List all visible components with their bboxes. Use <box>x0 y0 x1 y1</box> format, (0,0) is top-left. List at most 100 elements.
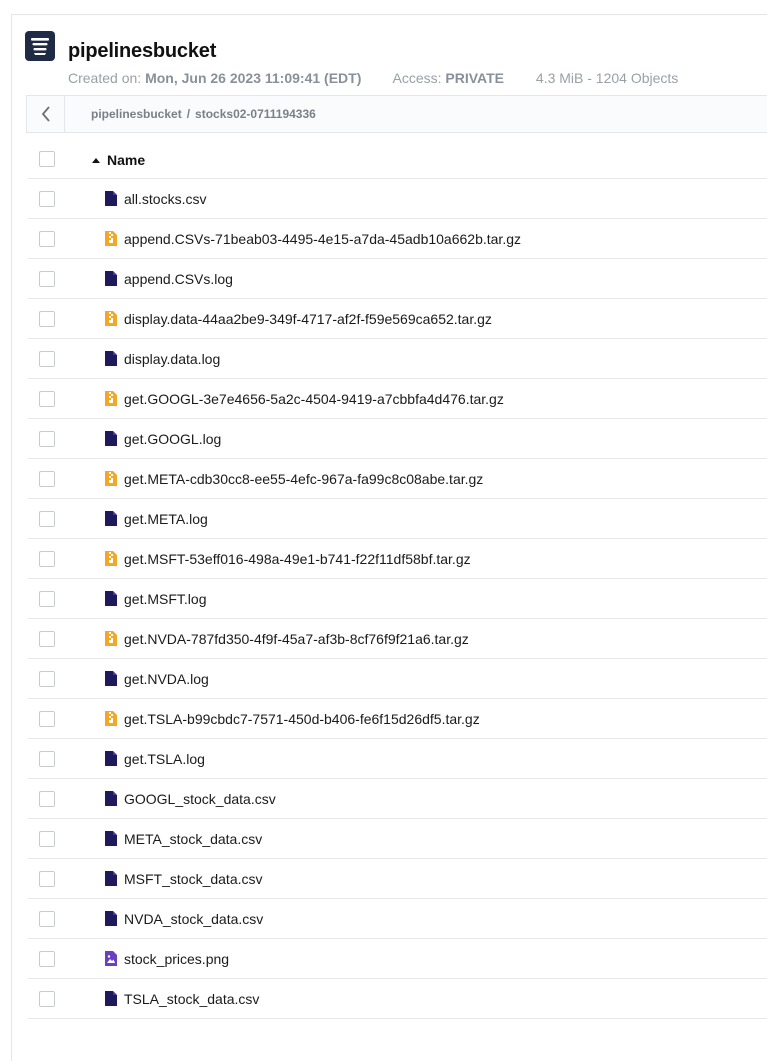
row-checkbox[interactable] <box>39 391 55 407</box>
table-row[interactable]: get.GOOGL-3e7e4656-5a2c-4504-9419-a7cbbf… <box>28 379 767 419</box>
table-row[interactable]: META_stock_data.csv <box>28 819 767 859</box>
object-name-link[interactable]: get.TSLA-b99cbdc7-7571-450d-b406-fe6f15d… <box>124 711 480 727</box>
file-icon <box>105 831 117 846</box>
object-name-link[interactable]: get.META-cdb30cc8-ee55-4efc-967a-fa99c8c… <box>124 471 483 487</box>
row-checkbox[interactable] <box>39 271 55 287</box>
object-list: all.stocks.csv append.CSVs-71beab03-4495-… <box>28 179 767 1019</box>
table-row[interactable]: get.TSLA-b99cbdc7-7571-450d-b406-fe6f15d… <box>28 699 767 739</box>
row-checkbox[interactable] <box>39 911 55 927</box>
chevron-left-icon <box>41 106 50 122</box>
object-name-link[interactable]: append.CSVs-71beab03-4495-4e15-a7da-45ad… <box>124 231 521 247</box>
archive-icon <box>105 231 117 246</box>
object-name-link[interactable]: NVDA_stock_data.csv <box>124 911 263 927</box>
file-icon <box>105 911 117 926</box>
row-checkbox[interactable] <box>39 551 55 567</box>
access-value: PRIVATE <box>445 70 505 86</box>
object-name-link[interactable]: get.TSLA.log <box>124 751 205 767</box>
row-checkbox[interactable] <box>39 791 55 807</box>
object-name-link[interactable]: TSLA_stock_data.csv <box>124 991 259 1007</box>
table-row[interactable]: GOOGL_stock_data.csv <box>28 779 767 819</box>
file-icon <box>105 511 117 526</box>
access-label: Access: <box>392 70 442 86</box>
table-row[interactable]: get.MSFT-53eff016-498a-49e1-b741-f22f11d… <box>28 539 767 579</box>
row-checkbox[interactable] <box>39 831 55 847</box>
breadcrumb-root[interactable]: pipelinesbucket <box>91 107 182 121</box>
file-icon <box>105 271 117 286</box>
bucket-browser-panel: pipelinesbucket Created on: Mon, Jun 26 … <box>11 14 767 1061</box>
row-checkbox[interactable] <box>39 711 55 727</box>
file-icon <box>105 751 117 766</box>
object-name-link[interactable]: GOOGL_stock_data.csv <box>124 791 276 807</box>
object-name-link[interactable]: MSFT_stock_data.csv <box>124 871 263 887</box>
table-row[interactable]: get.NVDA.log <box>28 659 767 699</box>
row-checkbox[interactable] <box>39 231 55 247</box>
archive-icon <box>105 631 117 646</box>
row-checkbox[interactable] <box>39 471 55 487</box>
usage-summary: 4.3 MiB - 1204 Objects <box>535 70 679 86</box>
row-checkbox[interactable] <box>39 431 55 447</box>
file-icon <box>105 431 117 446</box>
created-label: Created on: <box>68 70 142 86</box>
object-name-link[interactable]: get.NVDA.log <box>124 671 209 687</box>
file-icon <box>105 591 117 606</box>
table-row[interactable]: append.CSVs.log <box>28 259 767 299</box>
table-row[interactable]: display.data-44aa2be9-349f-4717-af2f-f59… <box>28 299 767 339</box>
object-name-link[interactable]: append.CSVs.log <box>124 271 233 287</box>
image-icon <box>105 951 117 966</box>
bucket-icon <box>25 31 55 61</box>
table-row[interactable]: TSLA_stock_data.csv <box>28 979 767 1019</box>
bucket-title: pipelinesbucket <box>68 40 217 62</box>
row-checkbox[interactable] <box>39 631 55 647</box>
table-row[interactable]: get.GOOGL.log <box>28 419 767 459</box>
object-name-link[interactable]: display.data-44aa2be9-349f-4717-af2f-f59… <box>124 311 492 327</box>
archive-icon <box>105 711 117 726</box>
file-icon <box>105 191 117 206</box>
table-row[interactable]: append.CSVs-71beab03-4495-4e15-a7da-45ad… <box>28 219 767 259</box>
object-name-link[interactable]: get.GOOGL.log <box>124 431 221 447</box>
breadcrumb-separator: / <box>186 107 191 121</box>
archive-icon <box>105 471 117 486</box>
row-checkbox[interactable] <box>39 351 55 367</box>
row-checkbox[interactable] <box>39 671 55 687</box>
row-checkbox[interactable] <box>39 191 55 207</box>
object-name-link[interactable]: get.MSFT-53eff016-498a-49e1-b741-f22f11d… <box>124 551 471 567</box>
object-name-link[interactable]: stock_prices.png <box>124 951 229 967</box>
file-icon <box>105 991 117 1006</box>
object-name-link[interactable]: get.GOOGL-3e7e4656-5a2c-4504-9419-a7cbbf… <box>124 391 504 407</box>
row-checkbox[interactable] <box>39 311 55 327</box>
object-name-link[interactable]: get.MSFT.log <box>124 591 206 607</box>
table-row[interactable]: stock_prices.png <box>28 939 767 979</box>
table-row[interactable]: get.META-cdb30cc8-ee55-4efc-967a-fa99c8c… <box>28 459 767 499</box>
back-button[interactable] <box>27 96 65 132</box>
file-icon <box>105 791 117 806</box>
row-checkbox[interactable] <box>39 991 55 1007</box>
table-row[interactable]: MSFT_stock_data.csv <box>28 859 767 899</box>
row-checkbox[interactable] <box>39 591 55 607</box>
object-name-link[interactable]: display.data.log <box>124 351 220 367</box>
row-checkbox[interactable] <box>39 951 55 967</box>
file-icon <box>105 871 117 886</box>
table-row[interactable]: get.MSFT.log <box>28 579 767 619</box>
object-name-link[interactable]: META_stock_data.csv <box>124 831 262 847</box>
archive-icon <box>105 391 117 406</box>
select-all-checkbox[interactable] <box>39 151 55 167</box>
breadcrumb-bar: pipelinesbucket / stocks02-0711194336 <box>26 95 767 133</box>
archive-icon <box>105 311 117 326</box>
table-row[interactable]: get.META.log <box>28 499 767 539</box>
breadcrumb-current: stocks02-0711194336 <box>195 107 316 121</box>
table-row[interactable]: all.stocks.csv <box>28 179 767 219</box>
row-checkbox[interactable] <box>39 871 55 887</box>
table-row[interactable]: NVDA_stock_data.csv <box>28 899 767 939</box>
object-table: Name all.stocks.csv append.CSVs-71beab03-… <box>28 139 767 1019</box>
name-column-header[interactable]: Name <box>92 152 145 168</box>
table-row[interactable]: display.data.log <box>28 339 767 379</box>
sort-ascending-icon <box>92 158 100 163</box>
table-row[interactable]: get.NVDA-787fd350-4f9f-45a7-af3b-8cf76f9… <box>28 619 767 659</box>
breadcrumb: pipelinesbucket / stocks02-0711194336 <box>91 107 316 121</box>
table-row[interactable]: get.TSLA.log <box>28 739 767 779</box>
row-checkbox[interactable] <box>39 751 55 767</box>
object-name-link[interactable]: get.NVDA-787fd350-4f9f-45a7-af3b-8cf76f9… <box>124 631 469 647</box>
object-name-link[interactable]: all.stocks.csv <box>124 191 206 207</box>
object-name-link[interactable]: get.META.log <box>124 511 208 527</box>
row-checkbox[interactable] <box>39 511 55 527</box>
